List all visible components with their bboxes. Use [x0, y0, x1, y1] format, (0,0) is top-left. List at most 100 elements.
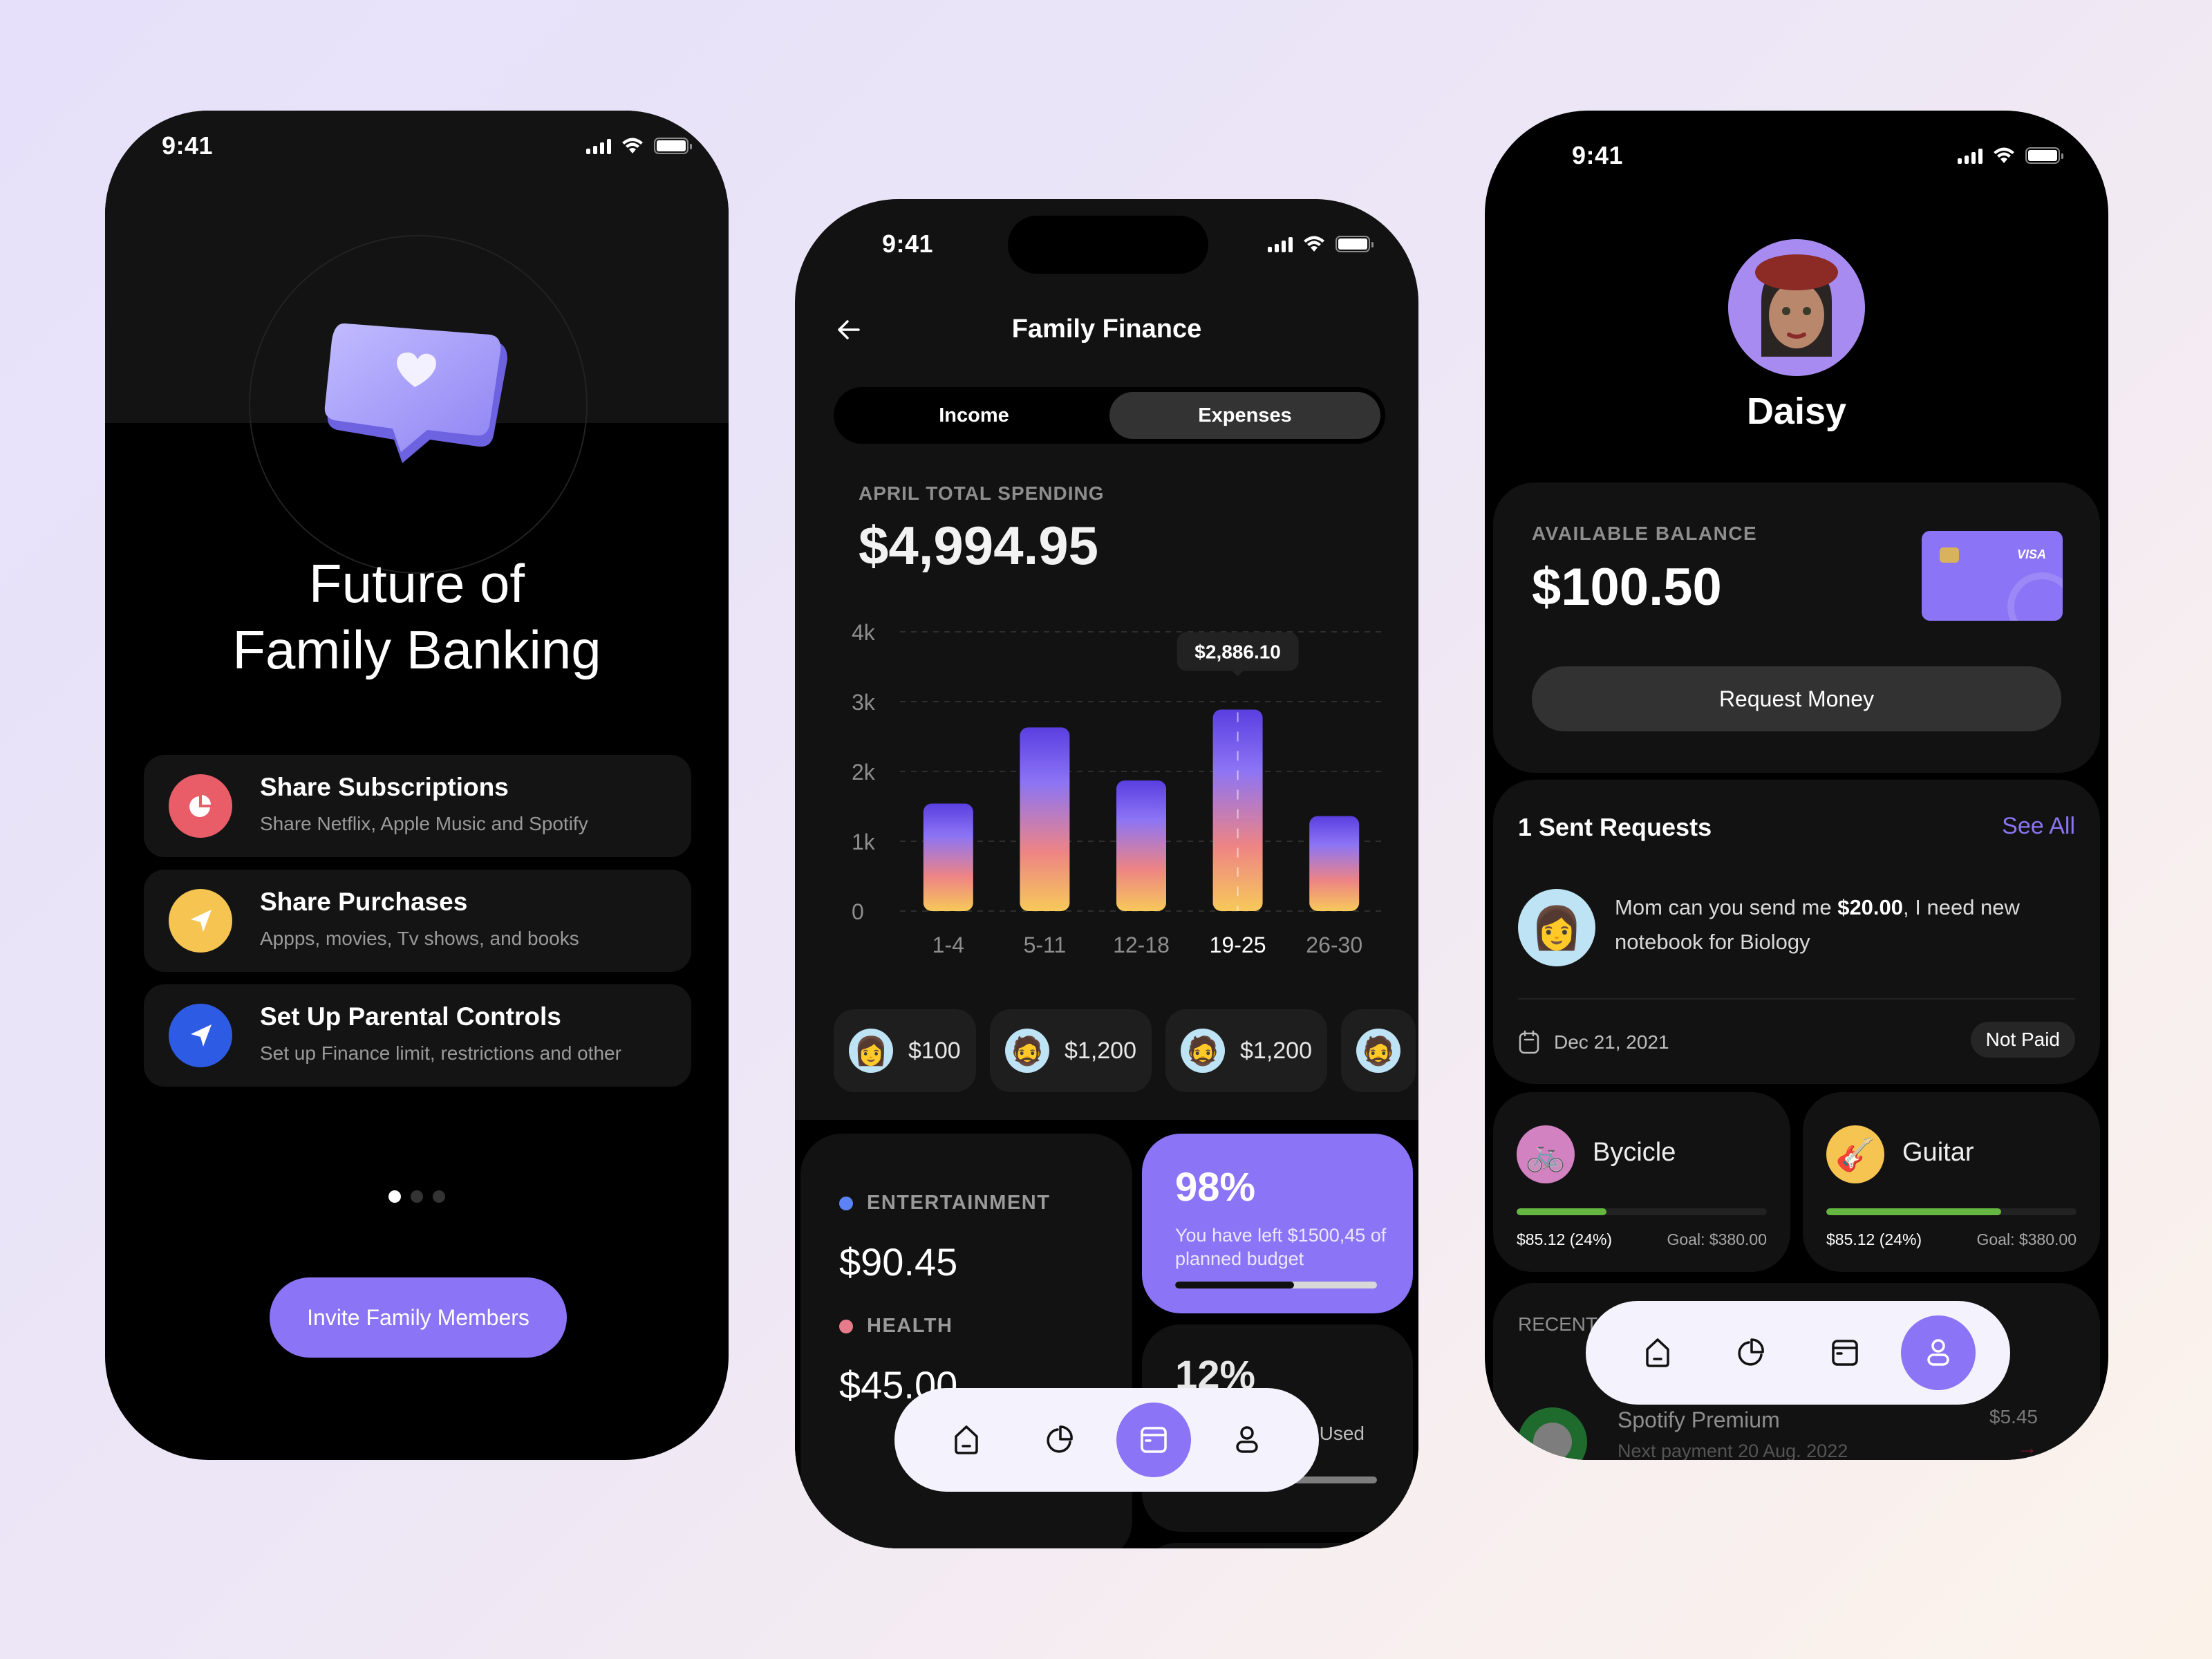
goal-title: Guitar — [1902, 1138, 1974, 1167]
used-text: Used — [1319, 1423, 1365, 1444]
member-amount: $1,200 — [1240, 1037, 1312, 1064]
feature-title: Share Subscriptions — [260, 773, 509, 801]
x-tick-label: 5-11 — [1024, 932, 1067, 957]
request-money-button[interactable]: Request Money — [1532, 666, 2061, 731]
transaction-subtitle: Next payment 20 Aug. 2022 — [1618, 1441, 1848, 1460]
feature-title: Share Purchases — [260, 888, 468, 916]
goal-progress-fill — [1826, 1208, 2002, 1215]
extra-card — [1142, 1543, 1413, 1548]
home-icon — [955, 1425, 978, 1454]
spotify-icon — [1518, 1407, 1587, 1460]
bar-1-4 — [923, 803, 973, 911]
page-dot-active[interactable] — [388, 1190, 401, 1203]
page-dot[interactable] — [433, 1190, 445, 1203]
request-amount: $20.00 — [1837, 895, 1904, 919]
battery-icon — [2025, 147, 2063, 164]
page-dot[interactable] — [411, 1190, 423, 1203]
goal-progress-bar — [1517, 1208, 1767, 1215]
budget-progress-bar — [1175, 1282, 1377, 1288]
bicycle-icon: 🚲 — [1517, 1125, 1575, 1183]
status-badge: Not Paid — [1970, 1022, 2075, 1058]
tab-card[interactable] — [1808, 1315, 1882, 1390]
card-icon — [1832, 1340, 1858, 1366]
category-label: HEALTH — [867, 1315, 953, 1337]
feature-subtitle: Share Netflix, Apple Music and Spotify — [260, 813, 588, 834]
budget-card[interactable]: 98% You have left $1500,45 of planned bu… — [1142, 1134, 1413, 1313]
request-message: Mom can you send me $20.00, I need new n… — [1615, 895, 2020, 954]
request-date: Dec 21, 2021 — [1518, 1030, 1669, 1055]
feature-share-purchases[interactable]: Share Purchases Appps, movies, Tv shows,… — [144, 870, 691, 972]
status-bar: 9:41 — [1485, 111, 2108, 194]
balance-card: AVAILABLE BALANCE $100.50 VISA Request M… — [1493, 482, 2100, 773]
member-amount: $1,200 — [1065, 1037, 1136, 1064]
status-bar: 9:41 — [795, 199, 1418, 282]
goal-card-guitar[interactable]: 🎸 Guitar $85.12 (24%) Goal: $380.00 — [1803, 1092, 2100, 1272]
page-indicator[interactable] — [388, 1190, 445, 1203]
tab-bar — [894, 1388, 1319, 1492]
wifi-icon — [622, 138, 643, 153]
see-all-link[interactable]: See All — [2002, 813, 2075, 840]
transaction-title[interactable]: Spotify Premium — [1618, 1407, 1780, 1433]
category-dot — [839, 1196, 853, 1210]
transaction-amount: $5.45 — [1989, 1406, 2038, 1427]
income-expenses-toggle: Income Expenses — [834, 387, 1385, 444]
tab-stats[interactable] — [1022, 1403, 1097, 1477]
family-finance-screen: 9:41 Family Finance Income Expenses APRI… — [795, 199, 1418, 1548]
spending-bar-chart: 0 1k 2k 3k 4k 1-4 5-11 12-18 19-25 $2,886.10 26-30 — [852, 620, 1382, 957]
guitar-icon: 🎸 — [1826, 1125, 1884, 1183]
goal-card-bycicle[interactable]: 🚲 Bycicle $85.12 (24%) Goal: $380.00 — [1493, 1092, 1790, 1272]
tab-profile[interactable] — [1901, 1315, 1976, 1390]
tooltip-value: $2,886.10 — [1194, 641, 1281, 663]
invite-family-button[interactable]: Invite Family Members — [270, 1277, 567, 1358]
send-icon — [169, 889, 232, 953]
wifi-icon — [1994, 147, 2014, 163]
status-time: 9:41 — [1572, 141, 1624, 169]
girl-cap-avatar: 👩 — [1518, 889, 1595, 966]
status-time: 9:41 — [882, 229, 934, 258]
tab-expenses[interactable]: Expenses — [1109, 392, 1380, 439]
bearded-man-avatar: 🧔 — [1356, 1029, 1400, 1073]
category-value: $90.45 — [839, 1240, 958, 1284]
bar-12-18 — [1116, 780, 1166, 911]
send-icon — [169, 1004, 232, 1067]
tab-income[interactable]: Income — [838, 392, 1109, 439]
tooltip-pointer — [1232, 671, 1244, 677]
y-tick-label: 4k — [852, 620, 876, 645]
bar-5-11 — [1020, 727, 1070, 911]
goal-target: Goal: $380.00 — [1976, 1230, 2077, 1248]
card-brand: VISA — [2016, 547, 2046, 561]
x-tick-label: 19-25 — [1210, 932, 1266, 957]
wifi-icon — [1304, 236, 1324, 252]
profile-avatar[interactable] — [1728, 239, 1865, 376]
card-icon — [1141, 1427, 1167, 1453]
profile-name: Daisy — [1746, 391, 1847, 432]
tab-home[interactable] — [1620, 1315, 1695, 1390]
recent-label: RECENT — [1518, 1313, 1598, 1335]
battery-icon — [654, 138, 692, 154]
tab-bar — [1586, 1301, 2010, 1405]
cellular-signal-icon — [1958, 147, 1983, 164]
tab-card[interactable] — [1116, 1403, 1191, 1477]
balance-label: AVAILABLE BALANCE — [1532, 523, 1758, 544]
member-chip[interactable]: 🧔 $1,200 — [990, 1009, 1152, 1092]
member-chip[interactable]: 🧔 — [1341, 1009, 1416, 1092]
feature-share-subscriptions[interactable]: Share Subscriptions Share Netflix, Apple… — [144, 755, 691, 857]
girl-cap-avatar: 👩 — [849, 1029, 893, 1073]
visa-card[interactable]: VISA — [1922, 531, 2063, 621]
pie-chart-icon — [169, 774, 232, 838]
tab-stats[interactable] — [1714, 1315, 1788, 1390]
y-tick-label: 2k — [852, 760, 876, 785]
card-chip-icon — [1940, 547, 1959, 563]
outgoing-arrow-icon: → — [2017, 1436, 2038, 1459]
feature-parental-controls[interactable]: Set Up Parental Controls Set up Finance … — [144, 984, 691, 1087]
member-chip[interactable]: 🧔 $1,200 — [1165, 1009, 1327, 1092]
member-chip[interactable]: 👩 $100 — [834, 1009, 976, 1092]
calendar-icon — [1519, 1030, 1539, 1054]
goal-saved: $85.12 (24%) — [1826, 1230, 1922, 1248]
tab-home[interactable] — [929, 1403, 1004, 1477]
battery-icon — [1335, 236, 1374, 252]
feature-subtitle: Set up Finance limit, restrictions and o… — [260, 1042, 621, 1064]
tab-profile[interactable] — [1210, 1403, 1284, 1477]
feature-title: Set Up Parental Controls — [260, 1002, 561, 1031]
home-icon — [1646, 1338, 1669, 1367]
